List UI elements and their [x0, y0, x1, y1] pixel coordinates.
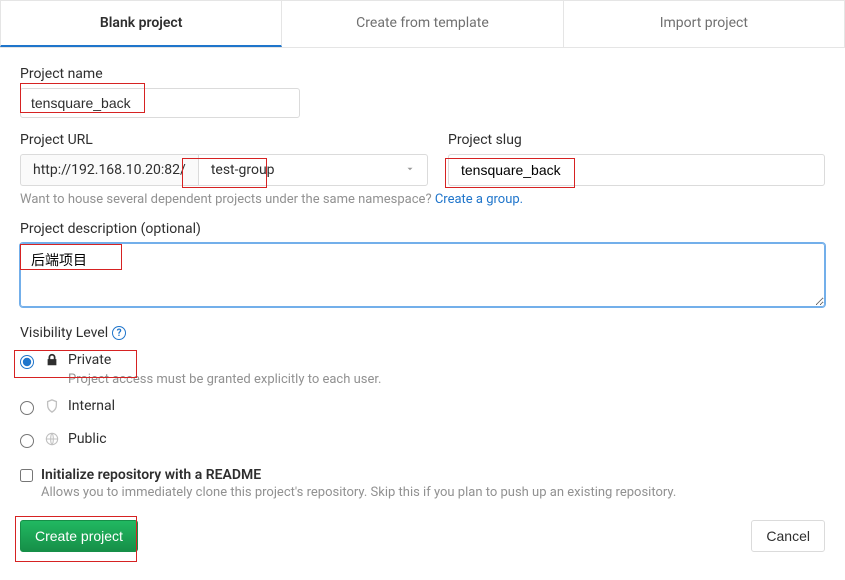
- help-icon[interactable]: ?: [112, 326, 126, 340]
- project-name-input[interactable]: [20, 88, 300, 118]
- visibility-group: Visibility Level ? Private Project acces…: [20, 325, 825, 453]
- readme-checkbox[interactable]: [20, 469, 33, 482]
- globe-icon: [44, 431, 60, 447]
- project-form: Project name Project URL http://192.168.…: [0, 48, 845, 570]
- visibility-private-option[interactable]: Private: [20, 347, 825, 374]
- visibility-private-radio[interactable]: [20, 355, 34, 369]
- visibility-public-label: Public: [68, 431, 107, 447]
- visibility-label: Visibility Level: [20, 325, 108, 341]
- lock-icon: [44, 352, 60, 368]
- project-url-label: Project URL: [20, 132, 428, 148]
- tabs: Blank project Create from template Impor…: [0, 0, 845, 48]
- tab-import-project[interactable]: Import project: [564, 0, 845, 47]
- project-slug-label: Project slug: [448, 132, 825, 148]
- namespace-select[interactable]: test-group: [198, 154, 428, 186]
- chevron-down-icon: [405, 162, 415, 178]
- project-slug-input[interactable]: [448, 154, 825, 186]
- form-actions: Create project Cancel: [20, 520, 825, 552]
- create-group-link[interactable]: Create a group.: [435, 192, 523, 207]
- project-description-input[interactable]: [20, 243, 825, 307]
- create-project-button[interactable]: Create project: [20, 520, 138, 552]
- namespace-selected: test-group: [211, 162, 275, 178]
- visibility-internal-option[interactable]: Internal: [20, 393, 825, 420]
- visibility-internal-radio[interactable]: [20, 401, 34, 415]
- project-slug-group: Project slug: [448, 132, 825, 186]
- visibility-private-label: Private: [68, 352, 111, 368]
- project-name-label: Project name: [20, 66, 825, 82]
- project-url-prefix: http://192.168.10.20:82/: [20, 154, 198, 186]
- tab-create-from-template[interactable]: Create from template: [282, 0, 563, 47]
- project-url-group: Project URL http://192.168.10.20:82/ tes…: [20, 132, 428, 186]
- cancel-button[interactable]: Cancel: [751, 520, 825, 552]
- project-description-group: Project description (optional): [20, 221, 825, 311]
- readme-label: Initialize repository with a README: [41, 467, 261, 483]
- url-slug-row: Project URL http://192.168.10.20:82/ tes…: [20, 132, 825, 186]
- visibility-private-desc: Project access must be granted explicitl…: [68, 372, 825, 387]
- readme-desc: Allows you to immediately clone this pro…: [41, 485, 825, 500]
- tab-blank-project[interactable]: Blank project: [0, 0, 282, 47]
- visibility-public-option[interactable]: Public: [20, 426, 825, 453]
- shield-icon: [44, 398, 60, 414]
- project-description-label: Project description (optional): [20, 221, 825, 237]
- project-name-group: Project name: [20, 66, 825, 118]
- visibility-internal-label: Internal: [68, 398, 115, 414]
- visibility-public-radio[interactable]: [20, 434, 34, 448]
- namespace-hint: Want to house several dependent projects…: [20, 192, 825, 207]
- readme-checkbox-group[interactable]: Initialize repository with a README: [20, 467, 825, 483]
